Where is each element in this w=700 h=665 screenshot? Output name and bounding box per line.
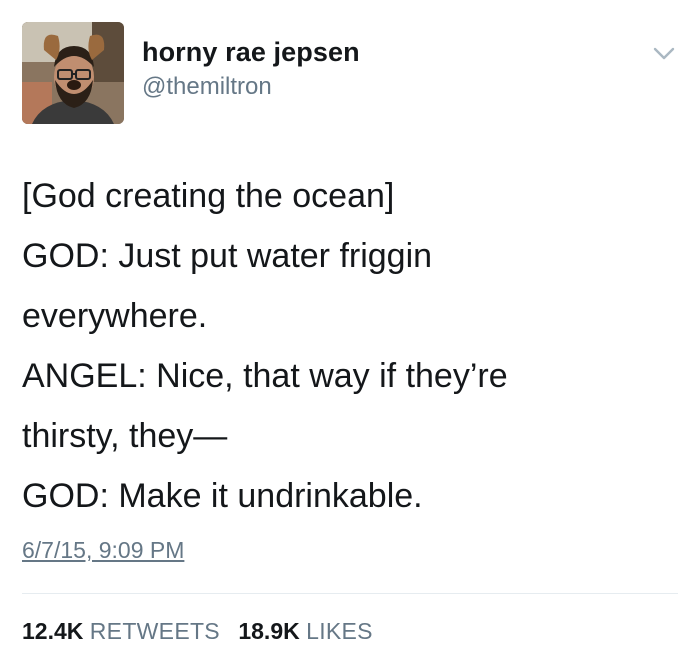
- likes-count: 18.9K: [238, 618, 300, 644]
- likes-stat[interactable]: 18.9K LIKES: [238, 616, 372, 646]
- avatar[interactable]: [22, 22, 124, 124]
- tweet-text-line: everywhere.: [22, 297, 208, 335]
- tweet-text-line: GOD: Make it undrinkable.: [22, 477, 423, 515]
- tweet-text-line: thirsty, they—: [22, 417, 228, 455]
- tweet-text-line: ANGEL: Nice, that way if they’re: [22, 357, 508, 395]
- divider: [22, 593, 678, 594]
- tweet-card: horny rae jepsen @themiltron [God creati…: [0, 0, 700, 665]
- retweets-stat[interactable]: 12.4K RETWEETS: [22, 616, 220, 646]
- tweet-text-line: GOD: Just put water friggin: [22, 237, 433, 275]
- tweet-timestamp[interactable]: 6/7/15, 9:09 PM: [22, 535, 184, 565]
- tweet-text: [God creating the ocean] GOD: Just put w…: [22, 166, 682, 526]
- tweet-stats: 12.4K RETWEETS 18.9K LIKES: [22, 616, 373, 646]
- retweets-label: RETWEETS: [89, 618, 220, 644]
- tweet-text-line: [God creating the ocean]: [22, 177, 395, 215]
- chevron-down-icon[interactable]: [652, 46, 676, 62]
- author-handle[interactable]: @themiltron: [142, 72, 272, 102]
- likes-label: LIKES: [306, 618, 373, 644]
- retweets-count: 12.4K: [22, 618, 84, 644]
- avatar-image: [22, 22, 124, 124]
- author-display-name[interactable]: horny rae jepsen: [142, 36, 360, 68]
